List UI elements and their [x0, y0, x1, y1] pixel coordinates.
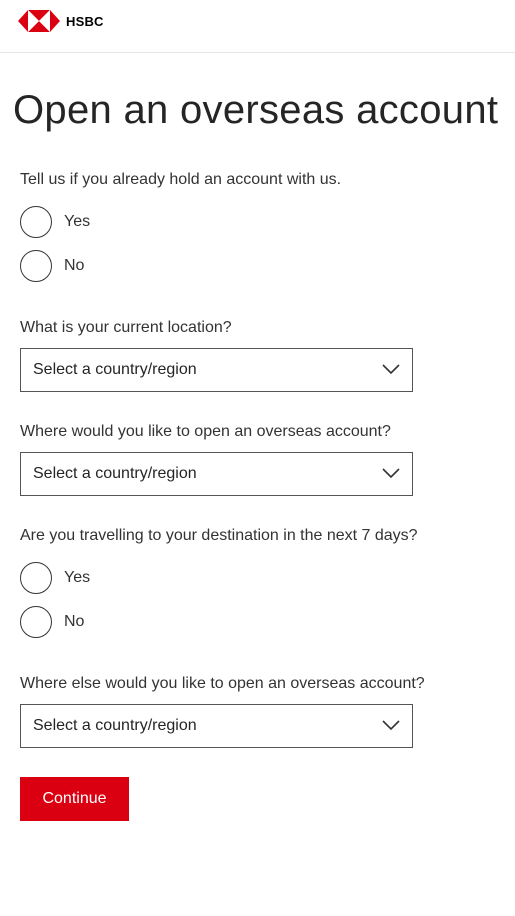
open-where-question: Where would you like to open an overseas… — [20, 423, 391, 440]
hsbc-logo[interactable]: HSBC — [18, 10, 104, 32]
travelling-yes-option[interactable]: Yes — [20, 562, 90, 594]
existing-account-question: Tell us if you already hold an account w… — [20, 171, 342, 188]
radio-button[interactable] — [20, 606, 52, 638]
chevron-down-icon — [382, 364, 400, 375]
hsbc-hexagon-icon — [18, 10, 60, 32]
radio-label: No — [64, 613, 85, 630]
radio-button[interactable] — [20, 206, 52, 238]
site-header: HSBC — [0, 0, 515, 53]
select-value: Select a country/region — [33, 717, 197, 734]
radio-label: Yes — [64, 213, 91, 230]
select-value: Select a country/region — [33, 465, 197, 482]
brand-name: HSBC — [66, 13, 104, 29]
continue-button[interactable]: Continue — [20, 777, 129, 821]
current-location-question: What is your current location? — [20, 319, 232, 336]
radio-label: No — [64, 257, 85, 274]
chevron-down-icon — [382, 468, 400, 479]
open-else-select[interactable]: Select a country/region — [20, 704, 413, 748]
page-title: Open an overseas account — [13, 88, 499, 132]
existing-account-no-option[interactable]: No — [20, 250, 84, 282]
radio-button[interactable] — [20, 250, 52, 282]
chevron-down-icon — [382, 720, 400, 731]
current-location-select[interactable]: Select a country/region — [20, 348, 413, 392]
select-value: Select a country/region — [33, 361, 197, 378]
travelling-question: Are you travelling to your destination i… — [20, 527, 418, 544]
radio-label: Yes — [64, 569, 91, 586]
existing-account-yes-option[interactable]: Yes — [20, 206, 90, 238]
radio-button[interactable] — [20, 562, 52, 594]
travelling-no-option[interactable]: No — [20, 606, 84, 638]
open-else-question: Where else would you like to open an ove… — [20, 675, 425, 692]
open-where-select[interactable]: Select a country/region — [20, 452, 413, 496]
